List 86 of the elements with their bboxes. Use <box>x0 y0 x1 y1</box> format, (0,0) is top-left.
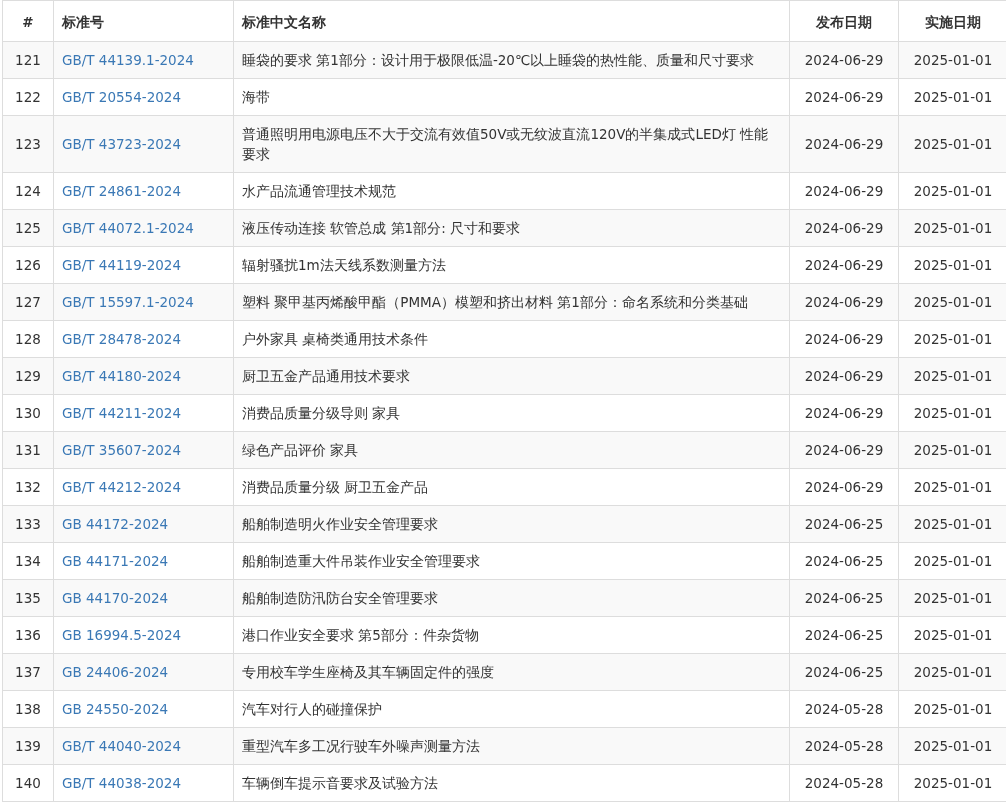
date-cell: 2024-06-29 <box>804 405 884 421</box>
standard-name: 港口作业安全要求 第5部分：件杂货物 <box>242 627 479 643</box>
row-number: 137 <box>15 664 41 680</box>
date-cell: 2024-06-29 <box>804 89 884 105</box>
row-number: 135 <box>15 590 41 606</box>
date-cell: 2024-06-29 <box>804 479 884 495</box>
date-cell: 2025-01-01 <box>913 89 993 105</box>
standard-name: 车辆倒车提示音要求及试验方法 <box>242 775 438 791</box>
date-cell: 2024-06-29 <box>804 257 884 273</box>
column-header: # <box>2 0 54 42</box>
date-cell: 2024-06-29 <box>804 52 884 68</box>
date-cell: 2024-06-25 <box>804 664 884 680</box>
row-number: 133 <box>15 516 41 532</box>
row-number: 123 <box>15 136 41 152</box>
date-cell: 2025-01-01 <box>913 442 993 458</box>
standard-name: 船舶制造明火作业安全管理要求 <box>242 516 438 532</box>
standard-name: 专用校车学生座椅及其车辆固定件的强度 <box>242 664 494 680</box>
row-number: 140 <box>15 775 41 791</box>
row-number: 128 <box>15 331 41 347</box>
date-cell: 2024-06-25 <box>804 590 884 606</box>
date-cell: 2024-06-29 <box>804 331 884 347</box>
row-number: 125 <box>15 220 41 236</box>
date-cell: 2024-06-29 <box>804 220 884 236</box>
column-header: 标准中文名称 <box>233 0 790 42</box>
date-cell: 2025-01-01 <box>913 590 993 606</box>
date-cell: 2025-01-01 <box>913 775 993 791</box>
date-cell: 2024-06-29 <box>804 368 884 384</box>
standard-name: 辐射骚扰1m法天线系数测量方法 <box>242 257 446 273</box>
date-cell: 2025-01-01 <box>913 627 993 643</box>
row-number: 130 <box>15 405 41 421</box>
date-cell: 2025-01-01 <box>913 701 993 717</box>
date-cell: 2025-01-01 <box>913 368 993 384</box>
date-cell: 2024-05-28 <box>804 738 884 754</box>
row-number: 126 <box>15 257 41 273</box>
row-number: 139 <box>15 738 41 754</box>
row-number: 138 <box>15 701 41 717</box>
standard-name: 睡袋的要求 第1部分：设计用于极限低温-20℃以上睡袋的热性能、质量和尺寸要求 <box>242 52 755 68</box>
date-cell: 2024-06-29 <box>804 136 884 152</box>
standard-name: 水产品流通管理技术规范 <box>242 183 396 199</box>
standard-name: 汽车对行人的碰撞保护 <box>242 701 382 717</box>
standard-name: 液压传动连接 软管总成 第1部分: 尺寸和要求 <box>242 220 520 236</box>
standard-name: 厨卫五金产品通用技术要求 <box>242 368 410 384</box>
standard-link[interactable]: GB/T 43723-2024 <box>62 136 181 152</box>
date-cell: 2025-01-01 <box>913 405 993 421</box>
row-number: 127 <box>15 294 41 310</box>
row-number: 124 <box>15 183 41 199</box>
row-number: 131 <box>15 442 41 458</box>
standard-name: 船舶制造重大件吊装作业安全管理要求 <box>242 553 480 569</box>
date-cell: 2025-01-01 <box>913 738 993 754</box>
column-header: 标准号 <box>53 0 234 42</box>
row-number: 136 <box>15 627 41 643</box>
date-cell: 2024-06-29 <box>804 442 884 458</box>
column-header: 实施日期 <box>898 0 1006 42</box>
date-cell: 2024-05-28 <box>804 701 884 717</box>
standard-name: 绿色产品评价 家具 <box>242 442 359 458</box>
date-cell: 2025-01-01 <box>913 183 993 199</box>
standard-name: 普通照明用电源电压不大于交流有效值50V或无纹波直流120V的半集成式LED灯 性能要求 <box>242 126 769 162</box>
date-cell: 2025-01-01 <box>913 136 993 152</box>
date-cell: 2025-01-01 <box>913 257 993 273</box>
standard-name: 消费品质量分级 厨卫五金产品 <box>242 479 429 495</box>
column-header: 发布日期 <box>789 0 899 42</box>
date-cell: 2025-01-01 <box>913 664 993 680</box>
date-cell: 2025-01-01 <box>913 553 993 569</box>
date-cell: 2024-06-29 <box>804 183 884 199</box>
row-number: 129 <box>15 368 41 384</box>
standard-name: 消费品质量分级导则 家具 <box>242 405 401 421</box>
date-cell: 2024-06-29 <box>804 294 884 310</box>
date-cell: 2025-01-01 <box>913 516 993 532</box>
date-cell: 2024-06-25 <box>804 553 884 569</box>
date-cell: 2025-01-01 <box>913 331 993 347</box>
row-number: 134 <box>15 553 41 569</box>
row-number: 121 <box>15 52 41 68</box>
standard-name: 户外家具 桌椅类通用技术条件 <box>242 331 429 347</box>
date-cell: 2024-06-25 <box>804 627 884 643</box>
row-number: 132 <box>15 479 41 495</box>
standard-name: 船舶制造防汛防台安全管理要求 <box>242 590 438 606</box>
row-number: 122 <box>15 89 41 105</box>
date-cell: 2025-01-01 <box>913 52 993 68</box>
date-cell: 2024-06-25 <box>804 516 884 532</box>
standard-name: 塑料 聚甲基丙烯酸甲酯（PMMA）模塑和挤出材料 第1部分：命名系统和分类基础 <box>242 294 748 310</box>
standard-name: 重型汽车多工况行驶车外噪声测量方法 <box>242 738 480 754</box>
date-cell: 2025-01-01 <box>913 479 993 495</box>
standard-name: 海带 <box>242 89 270 105</box>
date-cell: 2025-01-01 <box>913 294 993 310</box>
date-cell: 2025-01-01 <box>913 220 993 236</box>
date-cell: 2024-05-28 <box>804 775 884 791</box>
